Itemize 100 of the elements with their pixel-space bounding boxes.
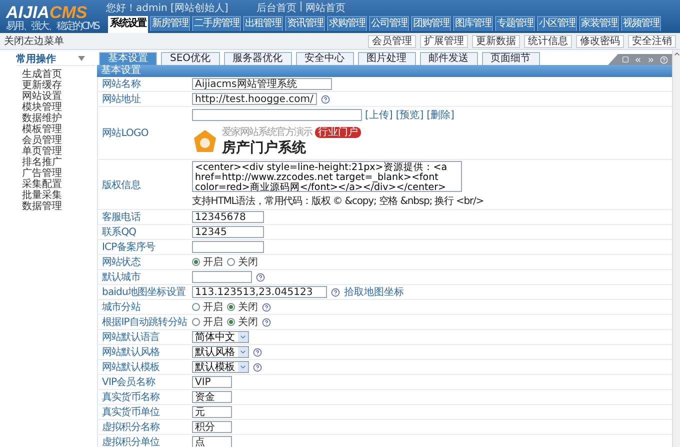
text-field[interactable]	[192, 241, 264, 253]
sidebar-item[interactable]: 会员管理	[16, 135, 95, 146]
field-label: baidu地图坐标设置	[101, 286, 187, 299]
top-link[interactable]: 网站首页	[306, 1, 346, 15]
sidebar-item[interactable]: 更新缓存	[16, 80, 95, 91]
help-icon[interactable]	[321, 94, 330, 104]
top-link[interactable]: 后台首页	[256, 1, 296, 15]
toolbar-button[interactable]: 统计信息	[524, 34, 572, 48]
logo-badge: 行业门户	[315, 126, 361, 138]
map-link[interactable]: 拾取地图坐标	[344, 285, 404, 299]
field-label: VIP会员名称	[101, 376, 156, 389]
field-label: 城市分站	[101, 300, 142, 314]
text-field[interactable]: 点	[192, 436, 232, 447]
nav-tab[interactable]: 视频管理	[621, 16, 661, 31]
field-label: 客服电话	[101, 210, 142, 224]
radio-option[interactable]: 关闭	[227, 315, 258, 329]
scroll-up-icon[interactable]	[673, 50, 680, 58]
nav-tab[interactable]: 出租管理	[243, 16, 283, 31]
text-field[interactable]: 113.123513,23.045123	[192, 286, 327, 298]
field-label: 网站状态	[101, 256, 142, 269]
text-field[interactable]: 元	[192, 406, 232, 418]
settings-tab[interactable]: 服务器优化	[224, 52, 292, 65]
square-icon[interactable]	[622, 56, 629, 63]
dropdown[interactable]: 默认风格	[192, 346, 249, 358]
nav-tab[interactable]: 团购管理	[411, 16, 451, 31]
sidebar-item[interactable]: 生成首页	[16, 69, 95, 80]
sidebar-item[interactable]: 数据维护	[16, 113, 95, 124]
settings-tab[interactable]: 安全中心	[296, 52, 354, 65]
menu-toggle-link[interactable]: 关闭左边菜单	[4, 34, 64, 48]
nav-tab[interactable]: 求购管理	[327, 16, 367, 31]
text-field[interactable]: 12345	[192, 226, 264, 238]
radio-option[interactable]: 开启	[192, 300, 223, 314]
logo-path-field[interactable]	[192, 109, 362, 121]
logo-title: 房产门户系统	[222, 139, 306, 157]
greeting: 您好！admin [网站创始人]	[106, 2, 228, 15]
help-icon[interactable]	[253, 362, 262, 372]
radio-option[interactable]: 开启	[192, 315, 223, 329]
help-icon[interactable]	[256, 272, 265, 282]
radio-option[interactable]: 关闭	[227, 255, 258, 269]
section-header: 基本设置	[97, 65, 672, 77]
field-label: 网站LOGO	[101, 126, 150, 141]
text-field[interactable]: VIP	[192, 376, 232, 388]
logo-action-link[interactable]: [预览]	[396, 108, 424, 122]
toolbar-button[interactable]: 修改密码	[576, 34, 624, 48]
logo-tagline: 爱家网站系统官方演示	[222, 126, 312, 139]
toolbar-button[interactable]: 扩展管理	[420, 34, 468, 48]
text-field[interactable]: 12345678	[192, 211, 264, 223]
double-left-icon[interactable]	[634, 56, 642, 64]
field-label: 真实货币单位	[101, 406, 161, 419]
dropdown[interactable]: 简体中文	[192, 331, 249, 343]
nav-tab[interactable]: 图库管理	[453, 16, 493, 31]
sidebar-title: 常用操作	[16, 52, 56, 66]
text-field[interactable]	[192, 271, 252, 283]
field-label: 网站名称	[101, 78, 142, 91]
logo-action-link[interactable]: [上传]	[365, 108, 393, 122]
nav-tab[interactable]: 系统设置	[108, 16, 148, 33]
help-icon[interactable]	[262, 302, 271, 312]
sidebar-item[interactable]: 网站设置	[16, 91, 95, 102]
radio-option[interactable]: 关闭	[227, 300, 258, 314]
help-icon[interactable]	[253, 348, 262, 356]
double-right-icon[interactable]	[647, 56, 655, 64]
sidebar-item[interactable]: 批量采集	[16, 190, 95, 201]
field-label: 网站默认语言	[101, 330, 161, 344]
copyright-textarea[interactable]: <center><div style=line-height:21px>资源提供：<a href=http://www.zzcodes.net target=_blank><font color=red>商业源码网</font></a></div></center>	[192, 161, 462, 192]
text-field[interactable]: 积分	[192, 421, 232, 433]
sidebar-item[interactable]: 模板管理	[16, 124, 95, 135]
field-label: 根据IP自动跳转分站	[101, 316, 188, 329]
nav-tab[interactable]: 家装管理	[579, 16, 619, 31]
nav-tab[interactable]: 公司管理	[369, 16, 409, 31]
sidebar-item[interactable]: 广告管理	[16, 168, 95, 179]
field-label: 联系QQ	[101, 226, 138, 239]
settings-tab[interactable]: SEO优化	[161, 52, 220, 65]
nav-tab[interactable]: 新房管理	[150, 16, 190, 31]
sidebar-item[interactable]: 单页管理	[16, 146, 95, 157]
sidebar-item[interactable]: 数据管理	[16, 201, 95, 212]
settings-tab[interactable]: 页面细节	[482, 52, 540, 65]
dropdown[interactable]: 默认模板	[192, 361, 249, 373]
field-label: 虚拟积分名称	[101, 420, 161, 434]
settings-tab[interactable]: 邮件发送	[420, 52, 478, 65]
toolbar-button[interactable]: 安全注销	[628, 34, 676, 48]
nav-tab[interactable]: 专题管理	[495, 16, 535, 31]
scrollbar[interactable]	[672, 50, 680, 447]
nav-tab[interactable]: 小区管理	[537, 16, 577, 31]
logo-action-link[interactable]: [删除]	[426, 108, 454, 122]
sidebar-item[interactable]: 模块管理	[16, 102, 95, 113]
collapse-arrow-icon[interactable]	[78, 56, 85, 61]
nav-tab[interactable]: 资讯管理	[285, 16, 325, 31]
settings-tab[interactable]: 基本设置	[99, 52, 157, 65]
radio-option[interactable]: 开启	[192, 255, 223, 269]
sidebar-item[interactable]: 排名推广	[16, 157, 95, 168]
text-field[interactable]: 资金	[192, 391, 232, 403]
settings-tab[interactable]: 图片处理	[358, 52, 416, 65]
sidebar-item[interactable]: 采集配置	[16, 179, 95, 190]
nav-tab[interactable]: 二手房管理	[192, 16, 241, 31]
toolbar-button[interactable]: 会员管理	[368, 34, 416, 48]
help-icon[interactable]	[331, 288, 340, 296]
tagline: 易用、强大、稳定的CMS	[6, 21, 99, 32]
help-icon[interactable]	[262, 318, 271, 326]
text-field[interactable]: http://test.hoogge.com/	[192, 93, 317, 105]
toolbar-button[interactable]: 更新数据	[472, 34, 520, 48]
